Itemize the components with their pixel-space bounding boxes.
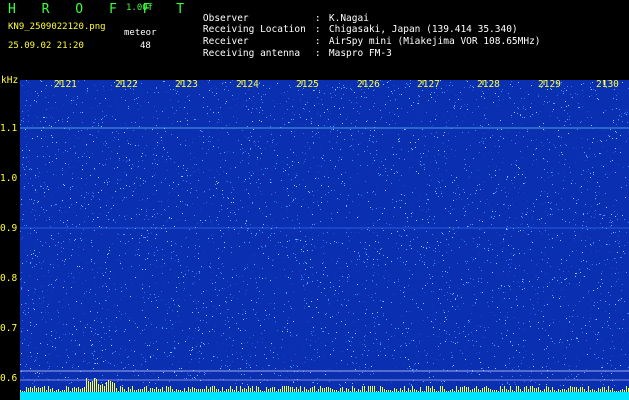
header: H R O F F T 1.00f KN9_2509022120.png met…: [0, 0, 629, 76]
spectrogram: [20, 80, 629, 400]
app-title: H R O F F T: [8, 2, 194, 17]
event-count: 48: [140, 41, 151, 51]
y-axis-unit: kHz: [1, 75, 19, 86]
y-tick-label: 0.7: [0, 323, 18, 334]
x-tick-label: 2121: [54, 79, 77, 90]
x-tick-label: 2125: [296, 79, 319, 90]
y-tick-label: 0.6: [0, 373, 18, 384]
timestamp: 25.09.02 21:20: [8, 41, 84, 51]
x-tick-label: 2128: [477, 79, 500, 90]
app-version: 1.00f: [126, 3, 154, 13]
y-tick-label: 0.8: [0, 273, 18, 284]
meta-value: Maspro FM-3: [328, 47, 392, 59]
meta-antenna: Receiving antenna: Maspro FM-3: [180, 39, 392, 68]
meta-label: Receiving antenna: [202, 47, 301, 59]
y-tick-label: 1.0: [0, 173, 18, 184]
x-tick-label: 2129: [538, 79, 561, 90]
x-tick-label: 2122: [115, 79, 138, 90]
x-tick-label: 2130: [596, 79, 619, 90]
x-tick-label: 2124: [236, 79, 259, 90]
y-tick-label: 0.9: [0, 223, 18, 234]
x-tick-label: 2127: [417, 79, 440, 90]
y-tick-label: 1.1: [0, 123, 18, 134]
x-tick-label: 2126: [357, 79, 380, 90]
x-tick-label: 2123: [175, 79, 198, 90]
meta-separator: :: [314, 47, 321, 59]
category-label: meteor: [124, 28, 157, 38]
image-filename: KN9_2509022120.png: [8, 22, 106, 32]
spectrogram-canvas: [20, 80, 629, 400]
